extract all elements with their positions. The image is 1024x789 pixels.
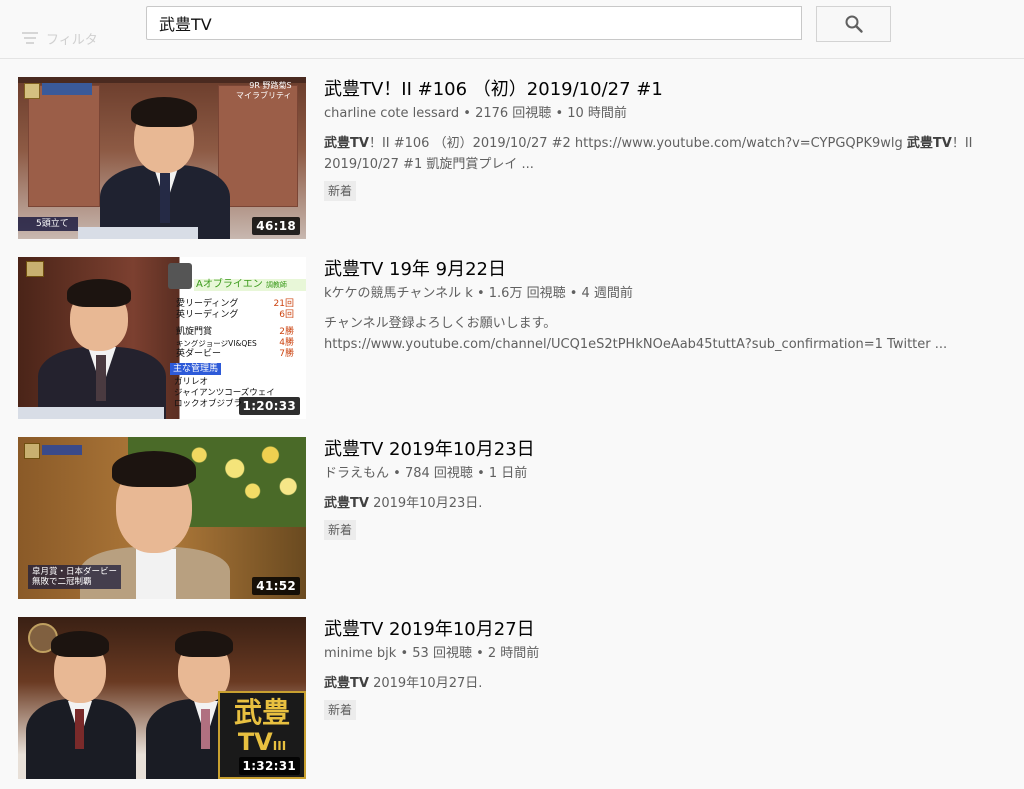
video-meta: 武豊TV 2019年10月23日 ドラえもん • 784 回視聴 • 1 日前 … <box>324 437 1024 540</box>
desc-text: https://www.youtube.com/channel/UCQ1eS2t… <box>324 337 948 352</box>
upload-age: 2 時間前 <box>487 646 540 661</box>
panel-row: キングジョージVI&QES 4勝 <box>176 338 294 348</box>
channel-name[interactable]: minime bjk <box>324 646 396 661</box>
video-meta: 武豊TV 2019年10月27日 minime bjk • 53 回視聴 • 2… <box>324 617 1024 720</box>
video-duration: 46:18 <box>252 217 300 235</box>
view-count: 2176 回視聴 <box>475 106 552 121</box>
desc-text: チャンネル登録よろしくお願いします。 <box>324 316 557 331</box>
video-meta: 武豊TV 19年 9月22日 kケケの競馬チャンネル k • 1.6万 回視聴 … <box>324 257 1024 355</box>
panel-header-sub: 調教師 <box>265 281 287 289</box>
desc-text: 2019年10月27日. <box>368 676 483 691</box>
video-thumbnail[interactable]: 武豊 TVIII 1:32:31 <box>18 617 306 779</box>
video-thumbnail[interactable]: 皐月賞・日本ダービー 無敗で二冠制覇 41:52 <box>18 437 306 599</box>
channel-name[interactable]: ドラえもん <box>324 466 389 481</box>
byline-separator: • <box>400 646 413 661</box>
byline-separator: • <box>477 466 489 481</box>
video-duration: 1:20:33 <box>238 397 300 415</box>
video-thumbnail[interactable]: Aオブライエン 調教師 愛リーディング 21回 英リーディング 6回 凱旋門賞 2勝 … <box>18 257 306 419</box>
byline-separator: • <box>569 286 582 301</box>
panel-row: 凱旋門賞 2勝 <box>176 327 294 337</box>
new-badge: 新着 <box>324 700 357 720</box>
byline-separator: • <box>463 106 476 121</box>
video-title[interactable]: 武豊TV！II #106 （初）2019/10/27 #1 <box>324 77 1024 103</box>
desc-highlight: 武豊TV <box>324 496 369 511</box>
filter-button[interactable]: フィルタ <box>22 28 98 48</box>
panel-header: Aオブライエン <box>196 279 263 290</box>
panel-horse: ガリレオ <box>174 377 209 387</box>
top-bar: フィルタ <box>0 0 1024 59</box>
panel-row: 愛リーディング 21回 <box>176 299 294 309</box>
desc-highlight: 武豊TV <box>324 136 369 151</box>
panel-section: 主な管理馬 <box>170 363 222 375</box>
upload-age: 10 時間前 <box>567 106 627 121</box>
byline-separator: • <box>476 286 489 301</box>
thumb-caption: 無敗で二冠制覇 <box>32 577 92 587</box>
byline-separator: • <box>555 106 568 121</box>
video-result[interactable]: 皐月賞・日本ダービー 無敗で二冠制覇 41:52 武豊TV 2019年10月23… <box>18 437 1018 599</box>
panel-row: 英リーディング 6回 <box>176 310 294 320</box>
video-description: 武豊TV 2019年10月23日. <box>324 493 1014 514</box>
video-description: 武豊TV！II #106 （初）2019/10/27 #2 https://ww… <box>324 133 1014 175</box>
byline-separator: • <box>476 646 488 661</box>
search-button[interactable] <box>816 6 891 42</box>
panel-row: 英ダービー 7勝 <box>176 349 294 359</box>
upload-age: 1 日前 <box>488 466 528 481</box>
thumb-caption: 9R 野路菊S <box>249 81 292 90</box>
channel-name[interactable]: kケケの競馬チャンネル k <box>324 286 473 301</box>
byline-separator: • <box>393 466 405 481</box>
view-count: 1.6万 回視聴 <box>488 286 566 301</box>
logo-text: 武豊 <box>233 696 290 729</box>
video-title[interactable]: 武豊TV 2019年10月23日 <box>324 437 1024 463</box>
thumb-caption: マイラブリティ <box>236 91 292 100</box>
video-title[interactable]: 武豊TV 2019年10月27日 <box>324 617 1024 643</box>
logo-text: TVIII <box>237 728 287 756</box>
desc-highlight: 武豊TV <box>906 136 952 151</box>
desc-text: ！II #106 （初）2019/10/27 #2 https://www.yo… <box>368 136 907 151</box>
video-byline: charline cote lessard • 2176 回視聴 • 10 時間… <box>324 105 1024 123</box>
video-thumbnail[interactable]: 9R 野路菊S マイラブリティ 5頭立て 46:18 <box>18 77 306 239</box>
view-count: 53 回視聴 <box>412 646 472 661</box>
search-input[interactable] <box>146 6 802 40</box>
video-title[interactable]: 武豊TV 19年 9月22日 <box>324 257 1024 283</box>
filter-label: フィルタ <box>46 32 98 48</box>
video-description: チャンネル登録よろしくお願いします。 https://www.youtube.c… <box>324 313 1014 355</box>
view-count: 784 回視聴 <box>404 466 473 481</box>
video-duration: 41:52 <box>252 577 300 595</box>
thumb-caption: 5頭立て <box>18 217 78 231</box>
new-badge: 新着 <box>324 520 357 540</box>
video-duration: 1:32:31 <box>238 757 300 775</box>
upload-age: 4 週間前 <box>581 286 633 301</box>
video-meta: 武豊TV！II #106 （初）2019/10/27 #1 charline c… <box>324 77 1024 201</box>
video-result[interactable]: Aオブライエン 調教師 愛リーディング 21回 英リーディング 6回 凱旋門賞 2勝 … <box>18 257 1018 419</box>
desc-text: 2019年10月23日. <box>368 496 483 511</box>
new-badge: 新着 <box>324 181 357 201</box>
filter-icon <box>22 31 38 45</box>
search-icon <box>845 15 863 33</box>
video-result[interactable]: 9R 野路菊S マイラブリティ 5頭立て 46:18 武豊TV！II #106 … <box>18 77 1018 239</box>
video-byline: kケケの競馬チャンネル k • 1.6万 回視聴 • 4 週間前 <box>324 285 1024 303</box>
video-byline: ドラえもん • 784 回視聴 • 1 日前 <box>324 465 1024 483</box>
video-byline: minime bjk • 53 回視聴 • 2 時間前 <box>324 645 1024 663</box>
thumb-caption: 皐月賞・日本ダービー <box>32 567 118 577</box>
video-result[interactable]: 武豊 TVIII 1:32:31 武豊TV 2019年10月27日 minime… <box>18 617 1018 779</box>
desc-highlight: 武豊TV <box>324 676 369 691</box>
video-description: 武豊TV 2019年10月27日. <box>324 673 1014 694</box>
channel-name[interactable]: charline cote lessard <box>324 106 459 121</box>
